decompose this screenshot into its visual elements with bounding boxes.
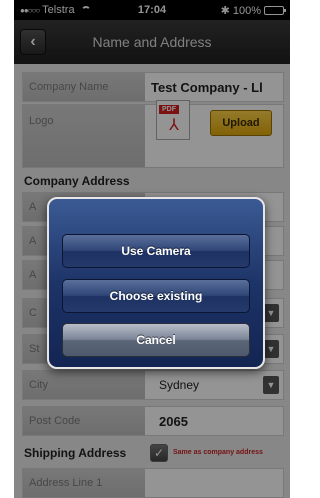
image-source-action-sheet: Use Camera Choose existing Cancel (47, 197, 265, 369)
use-camera-button[interactable]: Use Camera (62, 234, 250, 268)
choose-existing-button[interactable]: Choose existing (62, 279, 250, 313)
phone-screen: ●●○○○ Telstra 17:04 ✱ 100% ‹ Name and Ad… (14, 0, 290, 498)
cancel-button[interactable]: Cancel (62, 323, 250, 357)
